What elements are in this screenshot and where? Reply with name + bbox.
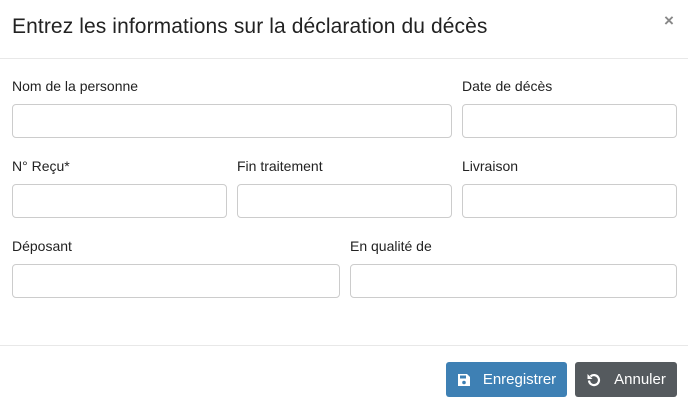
deposant-input[interactable] (12, 264, 340, 298)
dialog-title: Entrez les informations sur la déclarati… (12, 15, 488, 38)
label-recu: N° Reçu* (12, 158, 70, 174)
save-button[interactable]: Enregistrer (446, 362, 567, 397)
label-qualite: En qualité de (350, 238, 432, 254)
floppy-disk-icon (457, 373, 471, 387)
cancel-button[interactable]: Annuler (575, 362, 677, 397)
undo-icon (586, 372, 602, 388)
qualite-input[interactable] (350, 264, 677, 298)
header-divider (0, 58, 688, 59)
fin-traitement-input[interactable] (237, 184, 452, 218)
save-label: Enregistrer (482, 371, 557, 388)
date-deces-input[interactable] (462, 104, 677, 138)
label-nom: Nom de la personne (12, 78, 139, 94)
label-deposant: Déposant (12, 238, 72, 254)
recu-input[interactable] (12, 184, 227, 218)
close-button[interactable]: × (664, 11, 674, 31)
nom-input[interactable] (12, 104, 452, 138)
footer-divider (0, 345, 688, 346)
label-fin-traitement: Fin traitement (237, 158, 323, 174)
cancel-label: Annuler (614, 371, 666, 388)
label-livraison: Livraison (462, 158, 519, 174)
livraison-input[interactable] (462, 184, 677, 218)
label-date-deces: Date de décès (462, 78, 553, 94)
